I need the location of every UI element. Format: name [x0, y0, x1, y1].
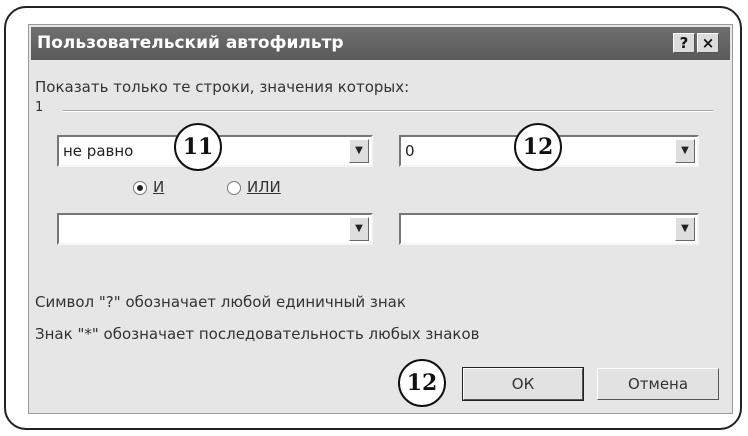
and-radio-label[interactable]: И [153, 178, 164, 196]
custom-autofilter-dialog: Пользовательский автофильтр ? × Показать… [28, 24, 733, 414]
group-label: 1 [35, 100, 44, 115]
chevron-down-icon[interactable]: ▼ [675, 139, 695, 163]
help-button[interactable]: ? [673, 33, 695, 53]
chevron-down-icon[interactable]: ▼ [675, 217, 695, 241]
cancel-button[interactable]: Отмена [597, 368, 719, 400]
condition1-operator-value: не равно [63, 142, 134, 160]
operator-callout-badge: 11 [174, 123, 222, 171]
group-divider [63, 110, 713, 112]
instruction-label: Показать только те строки, значения кото… [35, 78, 410, 96]
value-callout-badge: 12 [514, 123, 562, 171]
condition1-value: 0 [405, 142, 415, 160]
chevron-down-icon[interactable]: ▼ [349, 217, 369, 241]
close-button[interactable]: × [697, 33, 719, 53]
condition2-operator-select[interactable]: ▼ [57, 213, 373, 245]
radio-selected-dot [137, 185, 143, 191]
dialog-title: Пользовательский автофильтр [37, 33, 344, 53]
hint-asterisk: Знак "*" обозначает последовательность л… [35, 325, 480, 343]
or-radio-label[interactable]: ИЛИ [247, 178, 281, 196]
or-radio[interactable] [227, 181, 241, 195]
chevron-down-icon[interactable]: ▼ [349, 139, 369, 163]
ok-button[interactable]: ОК [462, 367, 584, 401]
hint-question-mark: Символ "?" обозначает любой единичный зн… [35, 293, 406, 311]
condition2-value-combo[interactable]: ▼ [399, 213, 699, 245]
and-radio[interactable] [133, 181, 147, 195]
titlebar: Пользовательский автофильтр ? × [31, 27, 730, 60]
ok-callout-badge: 12 [398, 359, 446, 407]
